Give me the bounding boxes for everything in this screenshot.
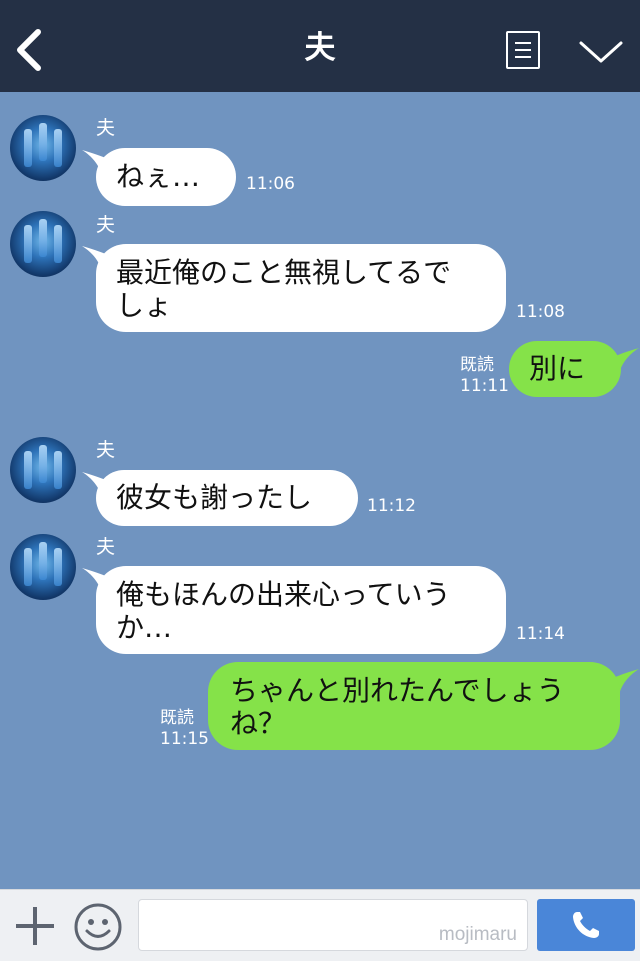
- message-bubble[interactable]: 俺もほんの出来心っていう か…: [96, 566, 506, 654]
- read-receipt: 既読: [160, 708, 194, 728]
- avatar[interactable]: [10, 115, 76, 181]
- chat-area[interactable]: 夫 ねぇ… 11:06 夫 最近俺のこと無視してるで しょ 11:08 既読 1…: [0, 92, 640, 889]
- message-time: 11:15: [160, 729, 209, 749]
- message-time: 11:14: [516, 624, 565, 644]
- phone-icon: [573, 912, 599, 938]
- chat-title: 夫: [304, 30, 336, 66]
- message-bubble[interactable]: 最近俺のこと無視してるで しょ: [96, 244, 506, 332]
- message-time: 11:11: [460, 376, 509, 396]
- message-time: 11:06: [246, 174, 295, 194]
- sender-name: 夫: [96, 439, 116, 461]
- menu-icon[interactable]: [506, 31, 540, 69]
- call-button[interactable]: [537, 899, 635, 951]
- avatar[interactable]: [10, 211, 76, 277]
- sender-name: 夫: [96, 117, 116, 139]
- chevron-down-icon[interactable]: [578, 38, 624, 66]
- sender-name: 夫: [96, 214, 116, 236]
- message-time: 11:08: [516, 302, 565, 322]
- message-bubble[interactable]: ねぇ…: [96, 148, 236, 206]
- message-time: 11:12: [367, 496, 416, 516]
- plus-icon[interactable]: [14, 905, 56, 947]
- avatar[interactable]: [10, 437, 76, 503]
- sender-name: 夫: [96, 536, 116, 558]
- message-input[interactable]: mojimaru: [138, 899, 528, 951]
- emoji-icon[interactable]: [73, 902, 123, 952]
- chat-header: 夫: [0, 0, 640, 92]
- read-receipt: 既読: [460, 355, 494, 375]
- watermark: mojimaru: [438, 924, 517, 945]
- message-bubble[interactable]: ちゃんと別れたんでしょう ね？: [208, 662, 620, 750]
- input-bar: mojimaru: [0, 889, 640, 961]
- message-bubble[interactable]: 彼女も謝ったし: [96, 470, 358, 526]
- message-bubble[interactable]: 別に: [509, 341, 621, 397]
- avatar[interactable]: [10, 534, 76, 600]
